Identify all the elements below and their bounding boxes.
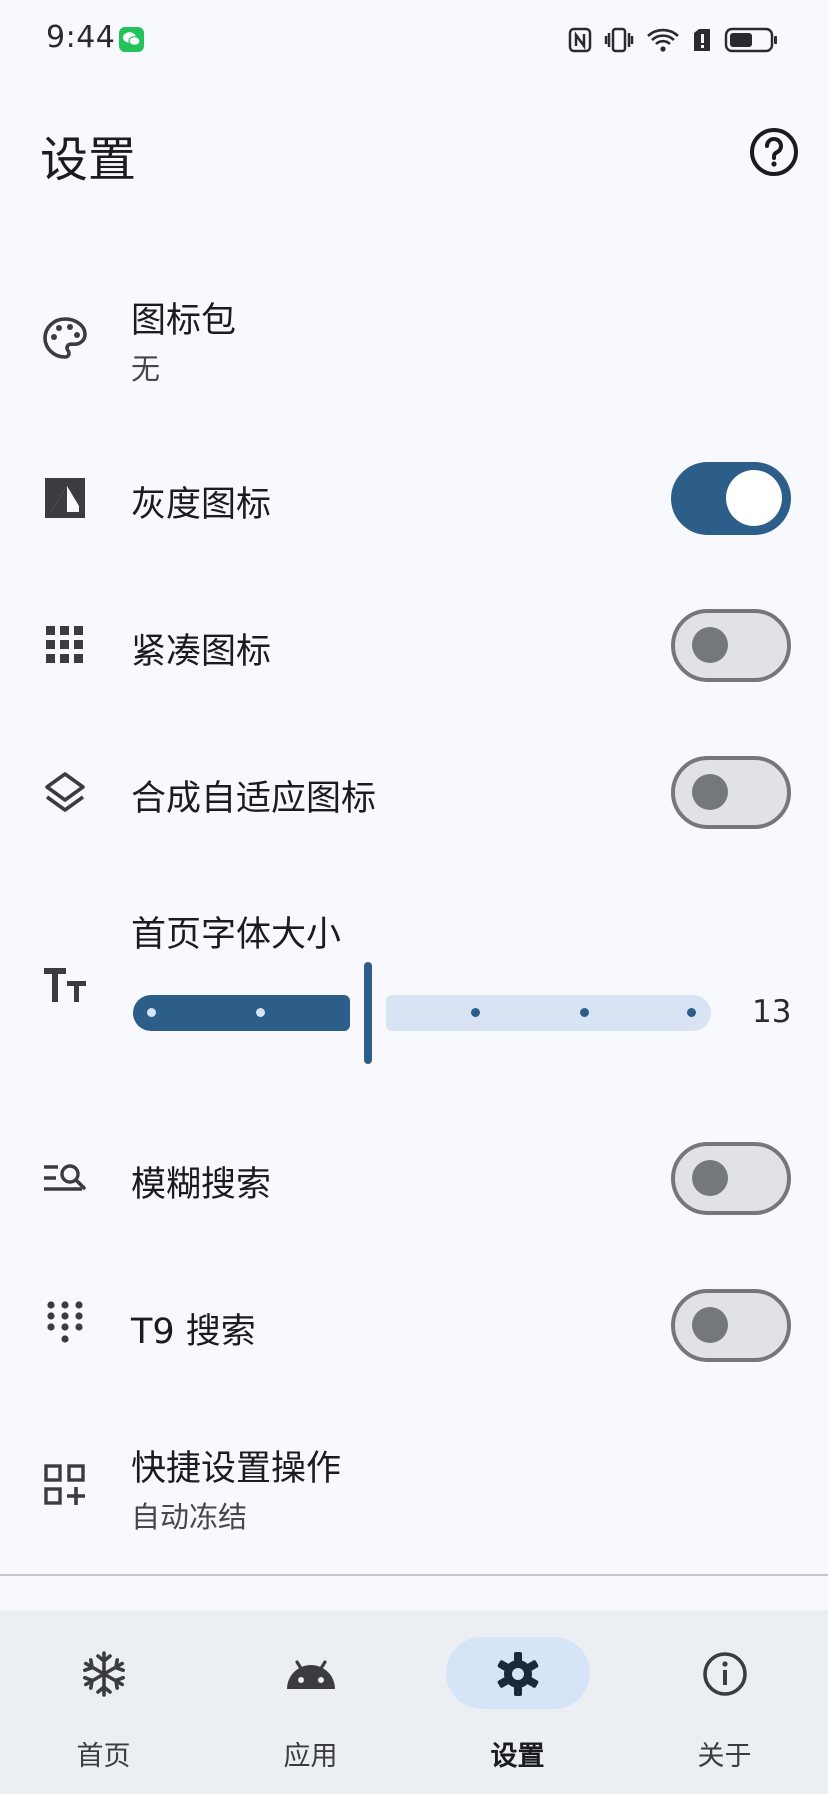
sim-alert-icon <box>692 27 712 53</box>
page-title: 设置 <box>40 132 137 188</box>
nav-item-about[interactable]: 关于 <box>621 1610 828 1794</box>
adaptive-icons-toggle[interactable] <box>671 756 791 829</box>
status-time: 9:44 <box>46 20 116 55</box>
wechat-icon <box>119 27 144 52</box>
search-list-icon <box>40 1153 90 1203</box>
android-icon <box>285 1648 337 1700</box>
nav-item-apps[interactable]: 应用 <box>207 1610 414 1794</box>
compact-icons-title: 紧凑图标 <box>131 632 272 672</box>
quick-settings-value: 自动冻结 <box>131 1500 248 1534</box>
status-bar: 9:44 <box>0 0 828 80</box>
nfc-icon <box>568 27 592 53</box>
toggle-knob <box>692 774 728 810</box>
palette-icon <box>40 314 90 364</box>
nav-label: 应用 <box>283 1741 338 1772</box>
nav-label: 关于 <box>697 1741 752 1772</box>
settings-screen: 9:44 设置 图标包 无 灰度图标 紧凑图标 合成自适应图标 首页字体大小 1… <box>0 0 828 1794</box>
quick-settings-title: 快捷设置操作 <box>131 1449 342 1489</box>
slider-tick <box>580 1008 589 1017</box>
dialpad-icon <box>40 1300 90 1350</box>
text-size-icon <box>40 960 90 1010</box>
toggle-knob <box>726 470 782 526</box>
icon-pack-title: 图标包 <box>131 301 237 341</box>
slider-handle[interactable] <box>364 962 372 1064</box>
setting-icon-pack[interactable]: 图标包 无 <box>0 280 828 400</box>
t9-search-title: T9 搜索 <box>131 1312 256 1352</box>
setting-compact-icons[interactable]: 紧凑图标 <box>0 597 828 697</box>
layers-icon <box>40 767 90 817</box>
toggle-knob <box>692 627 728 663</box>
icon-pack-value: 无 <box>131 352 161 386</box>
slider-tick <box>687 1008 696 1017</box>
slider-active-track[interactable] <box>133 995 350 1031</box>
add-widget-icon <box>40 1460 90 1510</box>
nav-label: 首页 <box>76 1741 131 1772</box>
nav-item-settings[interactable]: 设置 <box>414 1610 621 1794</box>
setting-fuzzy-search[interactable]: 模糊搜索 <box>0 1130 828 1230</box>
info-icon <box>699 1648 751 1700</box>
compact-icons-toggle[interactable] <box>671 609 791 682</box>
battery-icon <box>724 26 778 54</box>
slider-tick <box>147 1008 156 1017</box>
toggle-knob <box>692 1160 728 1196</box>
t9-search-toggle[interactable] <box>671 1289 791 1362</box>
setting-t9-search[interactable]: T9 搜索 <box>0 1277 828 1377</box>
vibrate-icon <box>604 27 634 53</box>
nav-label: 设置 <box>490 1741 545 1772</box>
help-circle-icon <box>750 128 798 176</box>
font-size-title: 首页字体大小 <box>131 915 342 955</box>
nav-item-home[interactable]: 首页 <box>0 1610 207 1794</box>
grayscale-icons-toggle[interactable] <box>671 462 791 535</box>
contrast-icon <box>40 473 90 523</box>
wifi-icon <box>646 27 680 53</box>
setting-home-font-size: 首页字体大小 <box>0 890 828 1090</box>
toggle-knob <box>692 1307 728 1343</box>
system-status-icons <box>568 24 778 56</box>
fuzzy-search-title: 模糊搜索 <box>131 1165 272 1205</box>
setting-quick-settings[interactable]: 快捷设置操作 自动冻结 <box>0 1420 828 1550</box>
font-size-value: 13 <box>752 994 792 1030</box>
grayscale-icons-title: 灰度图标 <box>131 485 272 525</box>
divider <box>0 1574 828 1576</box>
slider-tick <box>256 1008 265 1017</box>
bottom-navigation: 首页 应用 设置 关于 <box>0 1610 828 1794</box>
setting-adaptive-icons[interactable]: 合成自适应图标 <box>0 744 828 844</box>
setting-grayscale-icons[interactable]: 灰度图标 <box>0 450 828 550</box>
adaptive-icons-title: 合成自适应图标 <box>131 779 377 819</box>
grid-icon <box>40 620 90 670</box>
slider-tick <box>471 1008 480 1017</box>
snowflake-icon <box>78 1648 130 1700</box>
gear-icon <box>492 1648 544 1700</box>
fuzzy-search-toggle[interactable] <box>671 1142 791 1215</box>
help-button[interactable] <box>746 124 802 180</box>
slider-inactive-track[interactable] <box>386 995 711 1031</box>
